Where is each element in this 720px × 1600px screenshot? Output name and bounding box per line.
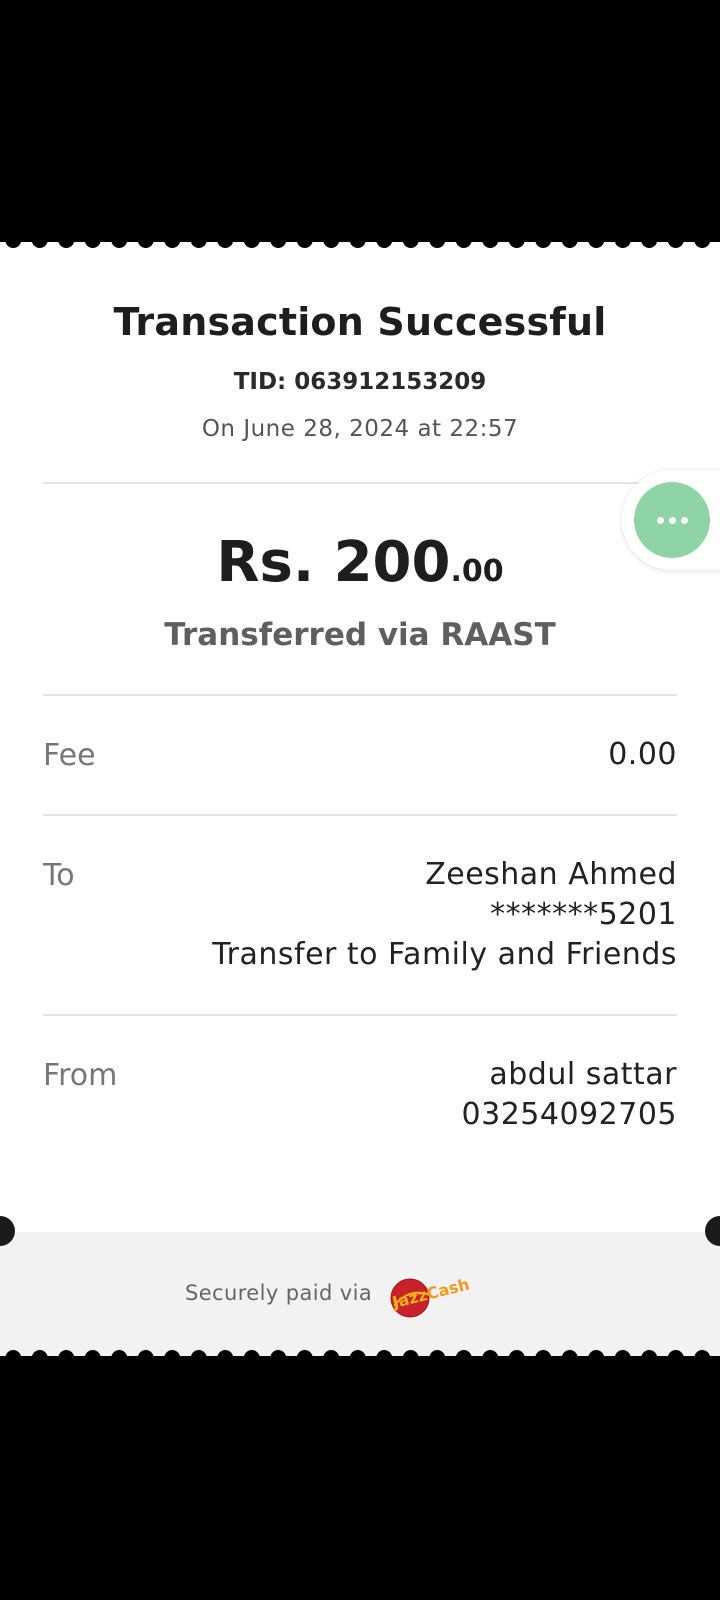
footer-text: Securely paid via — [185, 1281, 373, 1305]
receipt-top-edge — [0, 232, 720, 252]
divider — [43, 482, 677, 484]
recipient-name: Zeeshan Ahmed — [425, 857, 677, 892]
from-label: From — [43, 1058, 118, 1093]
amount: Rs. 200.00 — [0, 530, 720, 595]
to-label: To — [43, 858, 75, 893]
sender-number: 03254092705 — [461, 1097, 677, 1132]
divider — [43, 694, 677, 696]
jazzcash-logo: JazzCash — [389, 1275, 471, 1318]
fee-amount: 0.00 — [608, 737, 677, 772]
amount-main: Rs. 200 — [216, 530, 451, 595]
page-title: Transaction Successful — [113, 300, 607, 344]
fee-label: Fee — [43, 738, 96, 773]
more-horizontal-icon-dot — [668, 516, 676, 524]
to-details: Zeeshan Ahmed *******5201 Transfer to Fa… — [212, 855, 677, 975]
transaction-date: On June 28, 2024 at 22:57 — [201, 416, 519, 442]
transfer-purpose: Transfer to Family and Friends — [212, 937, 677, 972]
fab-container — [622, 470, 720, 570]
receipt-card — [0, 242, 720, 1356]
more-horizontal-icon — [656, 516, 664, 524]
sender-name: abdul sattar — [489, 1057, 677, 1092]
divider — [43, 1014, 677, 1016]
recipient-account: *******5201 — [490, 897, 677, 932]
jazzcash-logo-text: JazzCash — [389, 1275, 471, 1313]
from-details: abdul sattar 03254092705 — [462, 1055, 677, 1135]
receipt-bottom-edge — [0, 1346, 720, 1366]
transfer-method: Transferred via RAAST — [164, 617, 556, 653]
more-horizontal-icon-dot — [680, 516, 688, 524]
transaction-id: TID: 063912153209 — [233, 369, 487, 395]
divider — [43, 814, 677, 816]
more-options-button[interactable] — [634, 482, 710, 558]
amount-cents: .00 — [450, 554, 504, 589]
fee-value: 0.00 — [608, 735, 677, 775]
